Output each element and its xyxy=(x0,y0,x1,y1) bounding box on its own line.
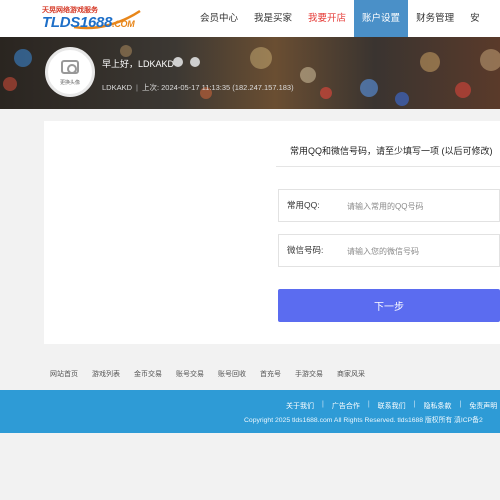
nav-account-settings[interactable]: 账户设置 xyxy=(354,0,409,37)
footer-ads[interactable]: 广告合作 xyxy=(332,401,360,411)
qq-field: 常用QQ: xyxy=(278,189,500,222)
footer-privacy[interactable]: 隐私条款 xyxy=(423,401,451,411)
bokeh-light xyxy=(360,79,378,97)
camera-icon xyxy=(61,60,79,74)
footer-link-recycle[interactable]: 账号回收 xyxy=(218,369,246,379)
avatar[interactable]: 更换头像 xyxy=(45,47,95,97)
copyright: Copyright 2025 tlds1688.com All Rights R… xyxy=(244,417,483,424)
logo-brand-suffix: .COM xyxy=(112,19,135,29)
footer-link-mobile[interactable]: 手游交易 xyxy=(295,369,323,379)
bokeh-light xyxy=(455,82,471,98)
footer-disclaimer[interactable]: 免责声明 xyxy=(469,401,497,411)
username: LDKAKD xyxy=(102,83,133,92)
site-footer: 关于我们 | 广告合作 | 联系我们 | 隐私条款 | 免责声明 Copyright 2… xyxy=(0,390,500,433)
wechat-input[interactable] xyxy=(347,241,497,261)
next-step-button[interactable]: 下一步 xyxy=(278,289,500,322)
footer-link-home[interactable]: 网站首页 xyxy=(50,369,78,379)
bokeh-light xyxy=(300,67,316,83)
avatar-change-label: 更换头像 xyxy=(59,80,80,86)
bokeh-light xyxy=(320,87,332,99)
main-nav: 会员中心 我是买家 我要开店 账户设置 财务管理 安 xyxy=(192,0,488,37)
top-header: 天晃网络游戏服务 TLDS1688.COM 会员中心 我是买家 我要开店 账户设… xyxy=(0,0,500,37)
logo-brand-name: TLDS1688 xyxy=(42,14,113,31)
wechat-field: 微信号码: xyxy=(278,234,500,267)
greeting-text: 早上好，LDKAKD xyxy=(102,59,175,69)
phone-badge-icon xyxy=(190,57,200,67)
bokeh-light xyxy=(250,47,272,69)
nav-security[interactable]: 安 xyxy=(462,0,488,37)
footer-about[interactable]: 关于我们 xyxy=(286,401,314,411)
bokeh-light xyxy=(395,92,409,106)
separator: | xyxy=(367,401,370,408)
nav-finance[interactable]: 财务管理 xyxy=(408,0,462,37)
nav-open-shop[interactable]: 我要开店 xyxy=(300,0,354,37)
profile-banner: 更换头像 早上好，LDKAKD LDKAKD | 上次: 2024-05-17 11… xyxy=(0,37,500,109)
logo-brand: TLDS1688.COM xyxy=(42,14,135,31)
footer-link-merchants[interactable]: 商家风采 xyxy=(337,369,365,379)
wechat-label: 微信号码: xyxy=(287,245,324,255)
bokeh-light xyxy=(120,45,132,57)
bokeh-light xyxy=(3,77,17,91)
bokeh-light xyxy=(14,49,32,67)
footer-nav: 关于我们 | 广告合作 | 联系我们 | 隐私条款 | 免责声明 xyxy=(286,401,497,411)
qq-input[interactable] xyxy=(347,196,497,216)
footer-link-accounts[interactable]: 账号交易 xyxy=(176,369,204,379)
separator: | xyxy=(136,83,138,92)
form-title: 常用QQ和微信号码，请至少填写一项 (以后可修改) xyxy=(290,146,493,156)
footer-link-games[interactable]: 游戏列表 xyxy=(92,369,120,379)
site-logo[interactable]: 天晃网络游戏服务 TLDS1688.COM xyxy=(42,5,142,33)
footer-links: 网站首页 游戏列表 金币交易 账号交易 账号回收 首充号 手游交易 商家风采 xyxy=(50,369,379,379)
separator: | xyxy=(413,401,416,408)
footer-link-first-charge[interactable]: 首充号 xyxy=(260,369,281,379)
bokeh-light xyxy=(420,52,440,72)
bokeh-light xyxy=(480,49,500,71)
footer-contact[interactable]: 联系我们 xyxy=(378,401,406,411)
verified-badge-icon xyxy=(173,57,183,67)
separator: | xyxy=(459,401,462,408)
divider xyxy=(276,166,500,167)
qq-label: 常用QQ: xyxy=(287,200,320,210)
separator: | xyxy=(322,401,324,408)
login-info: LDKAKD | 上次: 2024-05-17 11:13:35 (182.247.… xyxy=(102,82,294,93)
nav-member-center[interactable]: 会员中心 xyxy=(192,0,246,37)
nav-buyer[interactable]: 我是买家 xyxy=(246,0,300,37)
footer-link-gold[interactable]: 金币交易 xyxy=(134,369,162,379)
last-login: 上次: 2024-05-17 11:13:35 (182.247.157.183… xyxy=(141,83,294,92)
